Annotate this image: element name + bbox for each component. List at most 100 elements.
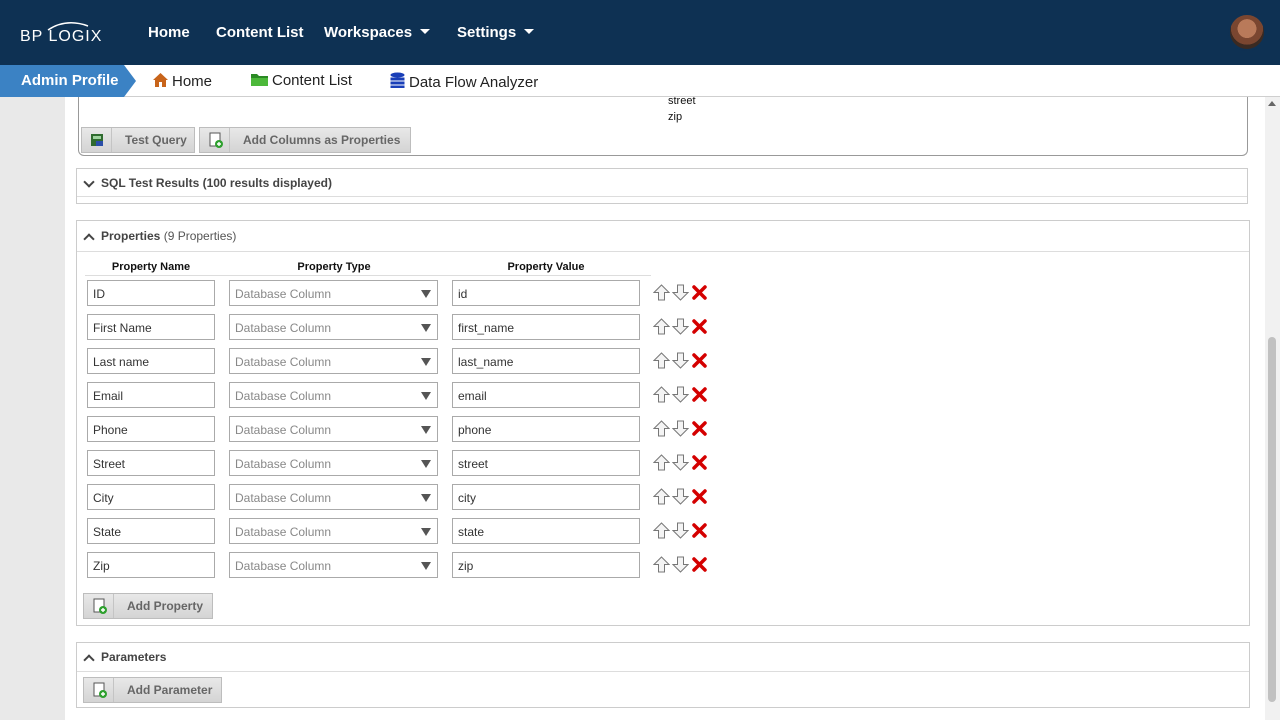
nav-workspaces[interactable]: Workspaces [324, 24, 431, 41]
move-down-icon[interactable] [671, 522, 690, 539]
property-value-input[interactable]: first_name [452, 314, 640, 340]
property-value-input[interactable]: city [452, 484, 640, 510]
property-type-select[interactable]: Database Column [229, 314, 438, 340]
add-property-button[interactable]: Add Property [83, 593, 213, 619]
property-value-input[interactable]: state [452, 518, 640, 544]
vertical-scrollbar[interactable] [1265, 97, 1280, 720]
property-value-input[interactable]: email [452, 382, 640, 408]
property-type-select[interactable]: Database Column [229, 518, 438, 544]
move-down-icon[interactable] [671, 488, 690, 505]
delete-icon[interactable] [691, 420, 708, 437]
move-down-icon[interactable] [671, 386, 690, 403]
move-up-icon[interactable] [652, 386, 671, 403]
caret-down-icon [524, 29, 535, 34]
property-value-input[interactable]: last_name [452, 348, 640, 374]
move-down-icon[interactable] [671, 556, 690, 573]
scroll-up-arrow-icon[interactable] [1268, 101, 1276, 106]
delete-icon[interactable] [691, 318, 708, 335]
property-name-input[interactable]: First Name [87, 314, 215, 340]
folder-icon [251, 74, 268, 86]
header-property-value: Property Value [507, 261, 585, 273]
property-name-input[interactable]: Zip [87, 552, 215, 578]
property-name-input[interactable]: City [87, 484, 215, 510]
move-up-icon[interactable] [652, 318, 671, 335]
header-property-name: Property Name [111, 261, 191, 273]
add-parameter-label: Add Parameter [127, 683, 213, 697]
delete-icon[interactable] [691, 556, 708, 573]
property-value-input[interactable]: id [452, 280, 640, 306]
sql-results-section: SQL Test Results (100 results displayed) [76, 168, 1248, 204]
add-property-label: Add Property [127, 599, 204, 613]
property-type-select[interactable]: Database Column [229, 484, 438, 510]
property-name-input[interactable]: Street [87, 450, 215, 476]
scrollbar-thumb[interactable] [1268, 337, 1276, 702]
property-type-value: Database Column [235, 491, 332, 505]
move-up-icon[interactable] [652, 522, 671, 539]
delete-icon[interactable] [691, 284, 708, 301]
left-gutter [0, 97, 65, 720]
property-type-select[interactable]: Database Column [229, 450, 438, 476]
property-type-select[interactable]: Database Column [229, 552, 438, 578]
properties-section: Properties (9 Properties) Property Name … [76, 220, 1250, 626]
top-nav: BP LOGIX Home Content List Workspaces Se… [0, 0, 1280, 65]
property-row: Email Database Column email [77, 382, 777, 408]
property-type-value: Database Column [235, 389, 332, 403]
property-value-input[interactable]: phone [452, 416, 640, 442]
nav-home[interactable]: Home [148, 24, 190, 41]
delete-icon[interactable] [691, 522, 708, 539]
property-value-input[interactable]: zip [452, 552, 640, 578]
move-up-icon[interactable] [652, 454, 671, 471]
column-list: street zip [668, 97, 696, 125]
logo-text: BP LOGIX [20, 28, 103, 45]
nav-content-list[interactable]: Content List [216, 24, 304, 41]
add-columns-button[interactable]: Add Columns as Properties [199, 127, 411, 153]
property-type-value: Database Column [235, 423, 332, 437]
move-up-icon[interactable] [652, 488, 671, 505]
user-avatar[interactable] [1228, 13, 1266, 51]
move-down-icon[interactable] [671, 284, 690, 301]
properties-count: (9 Properties) [163, 229, 237, 243]
bp-logix-logo[interactable]: BP LOGIX [18, 20, 108, 48]
sql-results-header[interactable]: SQL Test Results (100 results displayed) [77, 169, 1247, 197]
delete-icon[interactable] [691, 488, 708, 505]
delete-icon[interactable] [691, 454, 708, 471]
move-down-icon[interactable] [671, 318, 690, 335]
add-property-icon [84, 594, 114, 618]
property-row: Last name Database Column last_name [77, 348, 777, 374]
move-up-icon[interactable] [652, 420, 671, 437]
home-icon [153, 73, 168, 87]
property-name-input[interactable]: ID [87, 280, 215, 306]
move-up-icon[interactable] [652, 556, 671, 573]
crumb-home[interactable]: Home [152, 72, 212, 90]
parameters-header[interactable]: Parameters [77, 643, 1249, 672]
header-property-type: Property Type [297, 261, 371, 273]
dropdown-arrow-icon [421, 290, 431, 298]
property-name-input[interactable]: Last name [87, 348, 215, 374]
crumb-data-flow-analyzer[interactable]: Data Flow Analyzer [389, 72, 538, 91]
property-name-input[interactable]: State [87, 518, 215, 544]
property-type-select[interactable]: Database Column [229, 348, 438, 374]
property-type-select[interactable]: Database Column [229, 416, 438, 442]
property-type-select[interactable]: Database Column [229, 382, 438, 408]
test-query-button[interactable]: Test Query [81, 127, 195, 153]
nav-settings[interactable]: Settings [457, 24, 535, 41]
crumb-dfa-label: Data Flow Analyzer [409, 74, 539, 91]
move-up-icon[interactable] [652, 352, 671, 369]
breadcrumb-bar: Admin Profile Home Content List Data Flo… [0, 65, 1280, 97]
property-type-select[interactable]: Database Column [229, 280, 438, 306]
admin-profile-tab[interactable]: Admin Profile [0, 65, 136, 97]
add-columns-label: Add Columns as Properties [243, 133, 401, 147]
crumb-content-list[interactable]: Content List [250, 72, 352, 89]
properties-header[interactable]: Properties (9 Properties) [77, 221, 1249, 252]
add-parameter-button[interactable]: Add Parameter [83, 677, 222, 703]
add-parameter-icon [84, 678, 114, 702]
move-down-icon[interactable] [671, 454, 690, 471]
property-name-input[interactable]: Email [87, 382, 215, 408]
delete-icon[interactable] [691, 352, 708, 369]
move-down-icon[interactable] [671, 420, 690, 437]
delete-icon[interactable] [691, 386, 708, 403]
property-value-input[interactable]: street [452, 450, 640, 476]
move-up-icon[interactable] [652, 284, 671, 301]
property-name-input[interactable]: Phone [87, 416, 215, 442]
move-down-icon[interactable] [671, 352, 690, 369]
